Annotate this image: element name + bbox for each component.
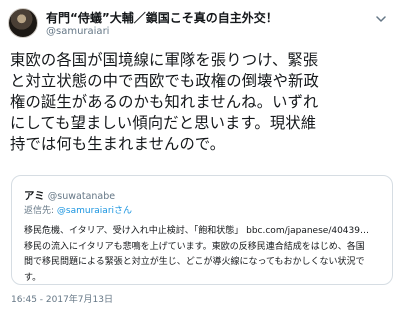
reply-context: 返信先: @samuraiariさん bbox=[24, 203, 132, 216]
reply-prefix: 返信先: bbox=[24, 206, 57, 216]
tweet-text-line: 持では何も生まれませんので。 bbox=[10, 135, 226, 153]
display-name[interactable]: 有門“侍蟻”大輔／鎖国こそ真の自主外交！ bbox=[46, 9, 278, 26]
quoted-display-name[interactable]: アミ bbox=[24, 190, 45, 202]
username[interactable]: @samuraiari bbox=[46, 26, 109, 37]
article-link[interactable]: bbc.com/japanese/40439… bbox=[246, 226, 369, 236]
quoted-text: 移民危機、イタリア、受け入れ中止検討、「飽和状態」 bbc.com/japane… bbox=[24, 224, 386, 284]
quoted-author: アミ @suwatanabe bbox=[24, 184, 115, 203]
quoted-text-line1: 移民危機、イタリア、受け入れ中止検討、「飽和状態」 bbox=[24, 226, 244, 236]
quoted-text-line: 移民の流入にイタリアも悲鳴を上げています。東欧の反移民連合結成をはじめ、各国 bbox=[24, 241, 365, 252]
tweet-text-line: 権の誕生があるのかも知れませんね。いずれ bbox=[10, 93, 319, 111]
tweet-text: 東欧の各国が国境線に軍隊を張りつけ、緊張 と対立状態の中で西欧でも政権の倒壊や新… bbox=[10, 50, 394, 155]
tweet-header: 有門“侍蟻”大輔／鎖国こそ真の自主外交！ @samuraiari bbox=[0, 0, 400, 44]
quoted-username[interactable]: @suwatanabe bbox=[48, 191, 115, 202]
timestamp[interactable]: 16:45 - 2017年7月13日 bbox=[11, 292, 113, 305]
tweet-text-line: にしても望ましい傾向だと思います。現状維 bbox=[10, 114, 317, 132]
quoted-text-line: 移民危機、イタリア、受け入れ中止検討、「飽和状態」 bbc.com/japane… bbox=[24, 224, 386, 240]
quoted-tweet[interactable]: アミ @suwatanabe 返信先: @samuraiariさん 移民危機、イタ… bbox=[11, 175, 393, 285]
quoted-text-line: す。 bbox=[24, 272, 42, 283]
reply-mention-link[interactable]: @samuraiariさん bbox=[57, 206, 132, 216]
tweet-text-line: 東欧の各国が国境線に軍隊を張りつけ、緊張 bbox=[10, 51, 319, 69]
avatar[interactable] bbox=[8, 8, 38, 38]
chevron-down-icon[interactable] bbox=[374, 12, 388, 26]
tweet-text-line: と対立状態の中で西欧でも政権の倒壊や新政 bbox=[10, 72, 319, 90]
quoted-text-line: 間で移民問題による緊張と対立が生じ、どこが導火線になってもおかしくない状況で bbox=[24, 257, 365, 267]
